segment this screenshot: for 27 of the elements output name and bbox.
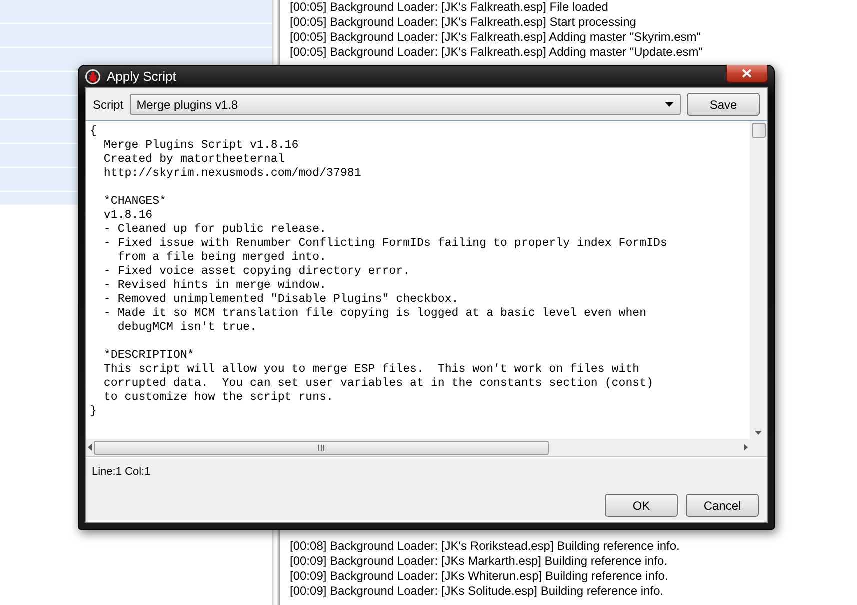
dialog-button[interactable]: Cancel: [686, 494, 759, 517]
grip-icon: [318, 444, 325, 450]
scroll-right-icon[interactable]: [744, 444, 748, 451]
horizontal-scrollbar[interactable]: [86, 439, 750, 456]
window-title: Apply Script: [107, 69, 176, 84]
dialog-button[interactable]: OK: [605, 494, 678, 517]
vertical-scrollbar[interactable]: [750, 121, 767, 439]
log-line: [00:05] Background Loader: [JK's Falkreath.esp] Adding master "Update.esm": [290, 45, 704, 60]
scroll-thumb[interactable]: [752, 123, 766, 138]
caret-icon: [665, 102, 674, 107]
scroll-left-icon[interactable]: [88, 444, 92, 451]
log-line: [00:05] Background Loader: [JK's Falkreath.esp] Start processing: [290, 15, 638, 30]
log-line: [00:05] Background Loader: [JK's Falkreath.esp] Adding master "Skyrim.esm": [290, 30, 702, 45]
close-icon: [742, 69, 752, 78]
save-button[interactable]: Save: [687, 93, 760, 116]
script-label: Script: [93, 98, 124, 112]
log-line: [00:09] Background Loader: [JKs Markarth.esp] Building reference info.: [290, 554, 669, 569]
log-line: [00:09] Background Loader: [JKs Whiterun.esp] Building reference info.: [290, 569, 670, 584]
scroll-down-icon[interactable]: [755, 431, 762, 435]
log-line: [00:09] Background Loader: [JKs Solitude.esp] Building reference info.: [290, 584, 665, 599]
scroll-thumb[interactable]: [94, 440, 549, 454]
log-line: [00:08] Background Loader: [JK's Rorikstead.esp] Building reference info.: [290, 539, 681, 554]
log-line: [00:05] Background Loader: [JK's Falkreath.esp] File loaded: [290, 0, 610, 15]
status-text: Line:1 Col:1: [86, 457, 767, 486]
close-button[interactable]: [726, 65, 768, 83]
script-dropdown[interactable]: Merge plugins v1.8: [130, 94, 681, 115]
bug-icon: [85, 68, 101, 84]
